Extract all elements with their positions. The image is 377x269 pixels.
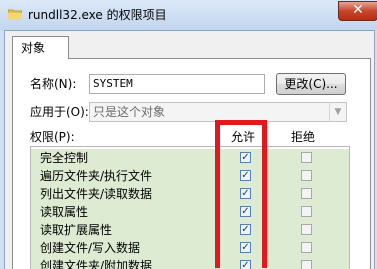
permission-row: 读取属性 ✓ [31, 203, 349, 221]
deny-checkbox[interactable] [301, 242, 312, 253]
permission-name: 读取扩展属性 [40, 223, 113, 237]
window-title: rundll32.exe 的权限项目 [28, 8, 167, 22]
title-bar: rundll32.exe 的权限项目 ✕ [0, 0, 377, 30]
tab-object[interactable]: 对象 [12, 36, 69, 59]
permission-name: 列出文件夹/读取数据 [40, 187, 153, 201]
permissions-list: 完全控制 ✓ 遍历文件夹/执行文件 ✓ 列出文件夹/读取数据 ✓ 读取属性 ✓ 读取扩展属性 ✓ 创… [30, 146, 350, 269]
permission-row: 创建文件/写入数据 ✓ [31, 239, 349, 257]
deny-checkbox[interactable] [301, 224, 312, 235]
deny-checkbox[interactable] [301, 206, 312, 217]
permission-row: 读取扩展属性 ✓ [31, 221, 349, 239]
deny-checkbox[interactable] [301, 188, 312, 199]
permission-name: 创建文件夹/附加数据 [40, 259, 153, 269]
permission-row: 创建文件夹/附加数据 ✓ [31, 257, 349, 269]
change-button[interactable]: 更改(C)... [276, 73, 346, 95]
permission-row: 遍历文件夹/执行文件 ✓ [31, 167, 349, 185]
chevron-down-icon: ▼ [329, 103, 346, 121]
apply-to-value: 只是这个对象 [93, 105, 166, 119]
permission-name: 遍历文件夹/执行文件 [40, 169, 153, 183]
permission-name: 创建文件/写入数据 [40, 241, 141, 255]
permission-row: 完全控制 ✓ [31, 149, 349, 167]
deny-column-header: 拒绝 [291, 130, 316, 144]
apply-to-select[interactable]: 只是这个对象 ▼ [89, 102, 347, 122]
deny-checkbox[interactable] [301, 152, 312, 163]
folder-icon [8, 9, 22, 20]
tab-label: 对象 [21, 41, 46, 55]
permission-name: 读取属性 [40, 205, 89, 219]
permission-row: 列出文件夹/读取数据 ✓ [31, 185, 349, 203]
deny-checkbox[interactable] [301, 170, 312, 181]
allow-column-highlight [215, 120, 267, 268]
apply-to-label: 应用于(O): [30, 105, 89, 119]
close-icon: ✕ [352, 2, 364, 18]
name-field[interactable]: SYSTEM [89, 74, 265, 94]
permissions-label: 权限(P): [30, 130, 75, 144]
permission-name: 完全控制 [40, 151, 89, 165]
name-label: 名称(N): [30, 77, 77, 91]
close-button[interactable]: ✕ [338, 1, 377, 21]
